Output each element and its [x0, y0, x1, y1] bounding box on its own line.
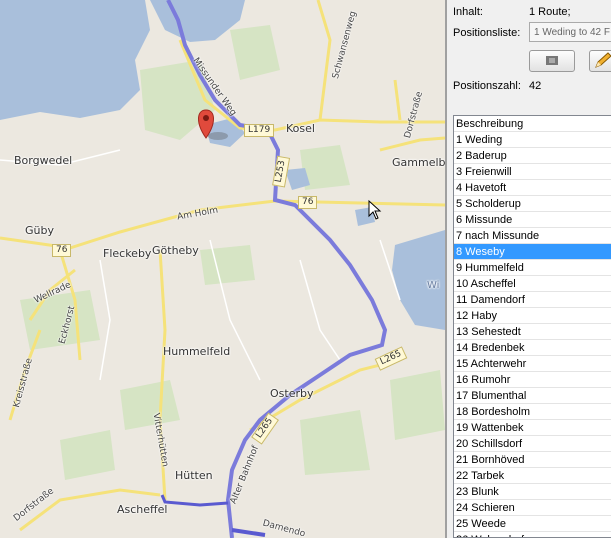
- positionsliste-combobox[interactable]: 1 Weding to 42 F: [529, 22, 611, 42]
- positionsliste-label: Positionsliste:: [453, 27, 521, 39]
- list-item[interactable]: 13 Sehestedt: [454, 324, 611, 340]
- list-item[interactable]: 19 Wattenbek: [454, 420, 611, 436]
- list-item[interactable]: 10 Ascheffel: [454, 276, 611, 292]
- list-item[interactable]: 1 Weding: [454, 132, 611, 148]
- place-osterby: Osterby: [270, 387, 314, 400]
- list-item[interactable]: 3 Freienwill: [454, 164, 611, 180]
- list-item[interactable]: 20 Schillsdorf: [454, 436, 611, 452]
- list-item[interactable]: 26 Wakendorf: [454, 532, 611, 537]
- list-item[interactable]: 24 Schieren: [454, 500, 611, 516]
- list-header[interactable]: Beschreibung: [454, 116, 611, 132]
- list-item[interactable]: 15 Achterwehr: [454, 356, 611, 372]
- inhalt-label: Inhalt:: [453, 6, 483, 18]
- place-gotheby: Götheby: [152, 244, 199, 257]
- route-tail: [231, 528, 266, 537]
- lake-label: Wi: [427, 280, 440, 291]
- inhalt-value: 1 Route;: [529, 6, 571, 18]
- list-item[interactable]: 25 Weede: [454, 516, 611, 532]
- map-view[interactable]: Borgwedel Güby Fleckeby Götheby Hummelfe…: [0, 0, 445, 538]
- list-item[interactable]: 2 Baderup: [454, 148, 611, 164]
- list-item[interactable]: 9 Hummelfeld: [454, 260, 611, 276]
- list-item[interactable]: 23 Blunk: [454, 484, 611, 500]
- position-list[interactable]: Beschreibung 1 Weding 2 Baderup 3 Freienwi…: [453, 115, 611, 538]
- route-branch: [160, 494, 229, 507]
- edit-button[interactable]: [589, 50, 611, 72]
- list-item[interactable]: 7 nach Missunde: [454, 228, 611, 244]
- positionszahl-value: 42: [529, 80, 542, 92]
- place-guby: Güby: [25, 224, 54, 237]
- list-item[interactable]: 21 Bornhöved: [454, 452, 611, 468]
- list-item[interactable]: 11 Damendorf: [454, 292, 611, 308]
- map-button[interactable]: [529, 50, 575, 72]
- list-item[interactable]: 16 Rumohr: [454, 372, 611, 388]
- positionszahl-label: Positionszahl:: [453, 80, 521, 92]
- list-items: 1 Weding 2 Baderup 3 Freienwill 4 Havetoft 5…: [454, 132, 611, 537]
- route-properties-panel: Inhalt: 1 Route; Positionsliste: 1 Wedin…: [447, 0, 611, 538]
- list-item[interactable]: 8 Weseby: [454, 244, 611, 260]
- place-gammelby: Gammelby: [392, 156, 445, 169]
- list-item[interactable]: 18 Bordesholm: [454, 404, 611, 420]
- map-icon: [546, 56, 558, 65]
- road-shield-76-left: 76: [52, 244, 72, 257]
- list-item[interactable]: 17 Blumenthal: [454, 388, 611, 404]
- road-shield-76-center: 76: [298, 196, 318, 209]
- list-item[interactable]: 22 Tarbek: [454, 468, 611, 484]
- place-kosel: Kosel: [286, 122, 315, 135]
- road-shield-l179: L179: [244, 124, 275, 137]
- list-item[interactable]: 14 Bredenbek: [454, 340, 611, 356]
- list-item[interactable]: 12 Haby: [454, 308, 611, 324]
- place-ascheffel: Ascheffel: [117, 503, 168, 516]
- map-canvas[interactable]: [0, 0, 445, 538]
- place-borgwedel: Borgwedel: [14, 154, 73, 167]
- list-item[interactable]: 6 Missunde: [454, 212, 611, 228]
- place-fleckeby: Fleckeby: [103, 247, 152, 260]
- list-item[interactable]: 4 Havetoft: [454, 180, 611, 196]
- place-hutten: Hütten: [175, 469, 213, 482]
- place-hummelfeld: Hummelfeld: [163, 345, 231, 358]
- pencil-icon: [595, 52, 611, 68]
- list-item[interactable]: 5 Scholderup: [454, 196, 611, 212]
